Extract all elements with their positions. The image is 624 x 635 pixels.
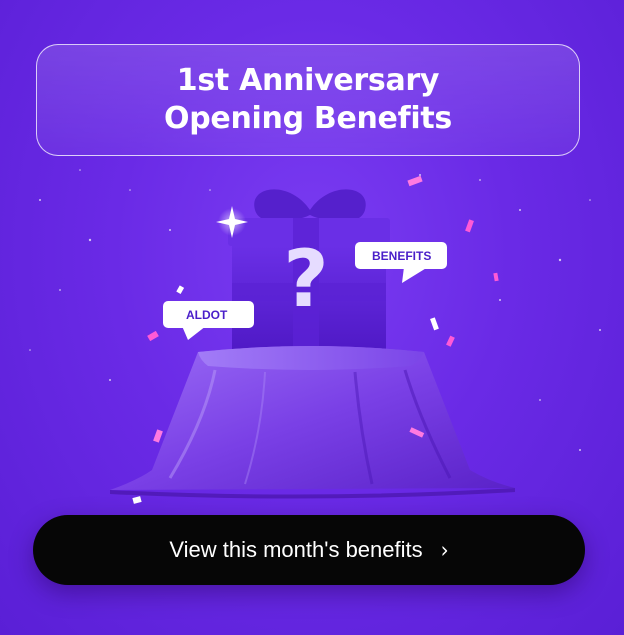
tablecloth — [110, 346, 515, 499]
question-mark-icon: ? — [283, 235, 328, 325]
bubble-label-benefits: BENEFITS — [372, 249, 431, 263]
view-benefits-label: View this month's benefits — [169, 537, 423, 562]
gift-bow — [254, 189, 366, 222]
chevron-right-icon: › — [440, 536, 449, 564]
view-benefits-button[interactable]: View this month's benefits › — [33, 515, 585, 585]
bubble-label-aldot: ALDOT — [186, 308, 228, 322]
